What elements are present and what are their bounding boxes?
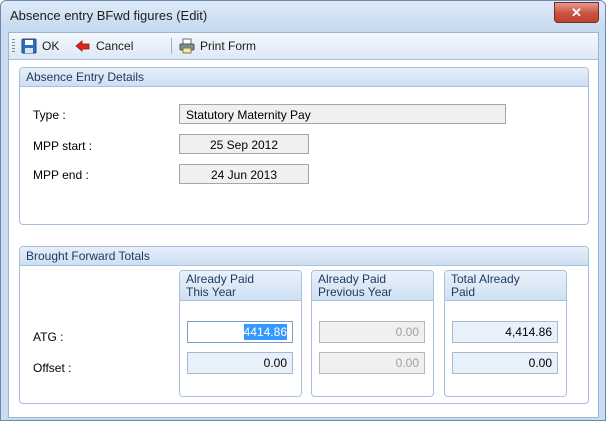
toolbar-grip[interactable] xyxy=(12,39,15,54)
mpp-end-field[interactable]: 24 Jun 2013 xyxy=(179,164,309,184)
total-already-paid-panel: Total Already Paid 4,414.86 0.00 xyxy=(444,270,567,397)
absence-entry-details-group: Absence Entry Details Type : Statutory M… xyxy=(19,67,589,225)
group-header: Brought Forward Totals xyxy=(20,247,588,266)
column-header-line: Previous Year xyxy=(318,285,393,299)
undo-arrow-icon xyxy=(75,40,90,52)
mpp-start-value: 25 Sep 2012 xyxy=(209,138,279,152)
already-paid-previous-year-panel: Already Paid Previous Year 0.00 0.00 xyxy=(311,270,434,397)
offset-total-value: 0.00 xyxy=(528,356,552,370)
dialog-body: OK Cancel Print Form Absence Entry Detai… xyxy=(8,32,599,418)
offset-total-field: 0.00 xyxy=(452,352,558,374)
ok-button[interactable]: OK xyxy=(21,35,59,57)
offset-this-year-input[interactable]: 0.00 xyxy=(187,352,293,374)
print-form-button[interactable]: Print Form xyxy=(179,35,256,57)
atg-previous-year-input: 0.00 xyxy=(319,321,425,343)
toolbar: OK Cancel Print Form xyxy=(9,33,598,60)
print-icon xyxy=(179,38,195,54)
window-title: Absence entry BFwd figures (Edit) xyxy=(10,8,208,23)
atg-this-year-input[interactable]: 4414.86 xyxy=(187,321,293,343)
brought-forward-totals-group: Brought Forward Totals ATG : Offset : Al… xyxy=(19,246,589,404)
already-paid-this-year-panel: Already Paid This Year 4414.86 0.00 xyxy=(179,270,302,397)
group-header: Absence Entry Details xyxy=(20,68,588,87)
offset-previous-year-input: 0.00 xyxy=(319,352,425,374)
type-field[interactable]: Statutory Maternity Pay xyxy=(179,104,506,124)
mpp-end-label: MPP end : xyxy=(33,168,89,182)
atg-label: ATG : xyxy=(33,330,64,344)
column-header-line: Paid xyxy=(451,285,476,299)
mpp-end-value: 24 Jun 2013 xyxy=(210,168,278,182)
column-header: Total Already Paid xyxy=(445,271,566,301)
mpp-start-field[interactable]: 25 Sep 2012 xyxy=(179,134,309,154)
ok-label: OK xyxy=(42,39,60,53)
print-form-label: Print Form xyxy=(200,39,257,53)
column-header: Already Paid Previous Year xyxy=(312,271,433,301)
atg-total-field: 4,414.86 xyxy=(452,321,558,343)
close-icon: ✕ xyxy=(571,5,582,20)
column-header-line: This Year xyxy=(186,285,237,299)
offset-previous-year-value: 0.00 xyxy=(395,356,419,370)
type-label: Type : xyxy=(33,108,66,122)
atg-previous-year-value: 0.00 xyxy=(395,325,419,339)
title-bar[interactable]: Absence entry BFwd figures (Edit) ✕ xyxy=(1,1,605,31)
cancel-label: Cancel xyxy=(96,39,134,53)
cancel-button[interactable]: Cancel xyxy=(75,35,133,57)
mpp-start-label: MPP start : xyxy=(33,139,93,153)
offset-label: Offset : xyxy=(33,361,72,375)
toolbar-separator xyxy=(171,38,172,54)
atg-this-year-value: 4414.86 xyxy=(243,324,287,340)
close-button[interactable]: ✕ xyxy=(554,2,599,23)
atg-total-value: 4,414.86 xyxy=(505,325,552,339)
type-value: Statutory Maternity Pay xyxy=(186,108,311,122)
column-header: Already Paid This Year xyxy=(180,271,301,301)
save-icon xyxy=(21,38,37,54)
dialog-window: Absence entry BFwd figures (Edit) ✕ OK C… xyxy=(0,0,606,421)
offset-this-year-value: 0.00 xyxy=(263,356,287,370)
